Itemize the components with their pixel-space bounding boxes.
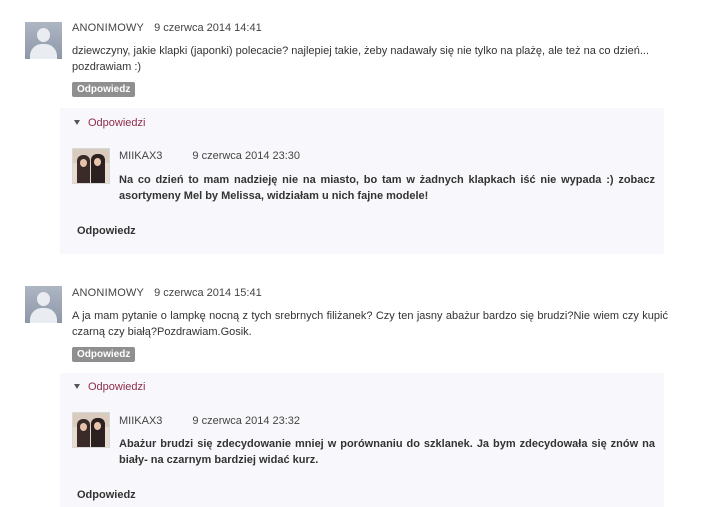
triangle-down-icon [74, 384, 80, 389]
reply-author[interactable]: MIIKAX3 [119, 415, 162, 427]
comment-meta: ANONIMOWY 9 czerwca 2014 14:41 [72, 22, 262, 34]
reply-text: Na co dzień to mam nadzieję nie na miast… [119, 174, 655, 202]
reply-to-thread-button[interactable]: Odpowiedz [77, 489, 136, 501]
reply-button[interactable]: Odpowiedz [72, 82, 136, 97]
comment-author: ANONIMOWY [72, 287, 145, 299]
replies-toggle-label: Odpowiedzi [88, 381, 146, 393]
replies-section: Odpowiedzi MIIKAX3 9 czerwca 2014 23:30 N… [60, 108, 664, 254]
comment-author: ANONIMOWY [72, 22, 145, 34]
user-photo-avatar[interactable] [72, 148, 110, 184]
reply-to-thread-button[interactable]: Odpowiedz [77, 225, 136, 237]
reply-button[interactable]: Odpowiedz [72, 347, 136, 362]
comment-date[interactable]: 9 czerwca 2014 14:41 [154, 22, 262, 34]
reply-date[interactable]: 9 czerwca 2014 23:30 [192, 150, 300, 162]
triangle-down-icon [74, 120, 80, 125]
comment-text: dziewczyny, jakie klapki (japonki) polec… [72, 45, 650, 73]
reply-date[interactable]: 9 czerwca 2014 23:32 [192, 415, 300, 427]
comment-date[interactable]: 9 czerwca 2014 15:41 [154, 287, 262, 299]
replies-toggle[interactable]: Odpowiedzi [74, 117, 145, 129]
replies-toggle[interactable]: Odpowiedzi [74, 381, 145, 393]
reply-text: Abażur brudzi się zdecydowanie mniej w p… [119, 438, 655, 466]
user-photo-avatar[interactable] [72, 412, 110, 448]
anonymous-avatar-icon [25, 22, 62, 59]
comment-text: A ja mam pytanie o lampkę nocną z tych s… [72, 310, 668, 338]
reply-meta: MIIKAX3 9 czerwca 2014 23:32 [119, 415, 300, 427]
replies-section: Odpowiedzi MIIKAX3 9 czerwca 2014 23:32 A… [60, 373, 664, 507]
anonymous-avatar-icon [25, 286, 62, 323]
reply-author[interactable]: MIIKAX3 [119, 150, 162, 162]
replies-toggle-label: Odpowiedzi [88, 117, 146, 129]
comment-meta: ANONIMOWY 9 czerwca 2014 15:41 [72, 287, 262, 299]
reply-meta: MIIKAX3 9 czerwca 2014 23:30 [119, 150, 300, 162]
